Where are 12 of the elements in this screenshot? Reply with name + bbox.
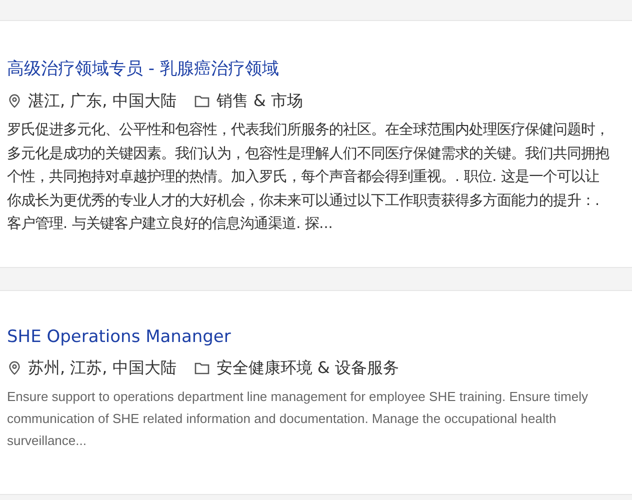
folder-icon <box>194 94 210 108</box>
location-pin-icon <box>7 93 22 109</box>
job-description: 罗氏促进多元化、公平性和包容性，代表我们所服务的社区。在全球范围内处理医疗保健问题时，多元化是成功的关键因素。我们认为，包容性是理解人们不同医疗保健需求的关键。我们共同拥抱个性，共同抱持对卓越护理的热情。加入罗氏，每个声音都会得到重视。. 职位. 这是一个可以让你成长为更优秀的专业人才的大好机会，你未来可以通过以下工作职责获得多方面能力的提升：. 客户管理. 与关键客户建立良好的信息沟通渠道. 探... <box>7 120 610 234</box>
job-category: 销售 & 市场 <box>216 90 303 112</box>
job-location: 苏州, 江苏, 中国大陆 <box>28 358 176 378</box>
job-location: 湛江, 广东, 中国大陆 <box>28 90 176 112</box>
folder-icon <box>194 361 210 375</box>
job-description: Ensure support to operations department line management for employee SHE training. Ensure timely communication of SHE related information and documentation. Manage the occupational health surveillance... <box>7 388 589 450</box>
location-pin-icon <box>7 360 22 376</box>
job-title-link[interactable]: SHE Operations Mananger <box>7 327 231 347</box>
job-category: 安全健康环境 & 设备服务 <box>216 358 399 378</box>
job-title-link[interactable]: 高级治疗领域专员 - 乳腺癌治疗领域 <box>7 57 279 80</box>
